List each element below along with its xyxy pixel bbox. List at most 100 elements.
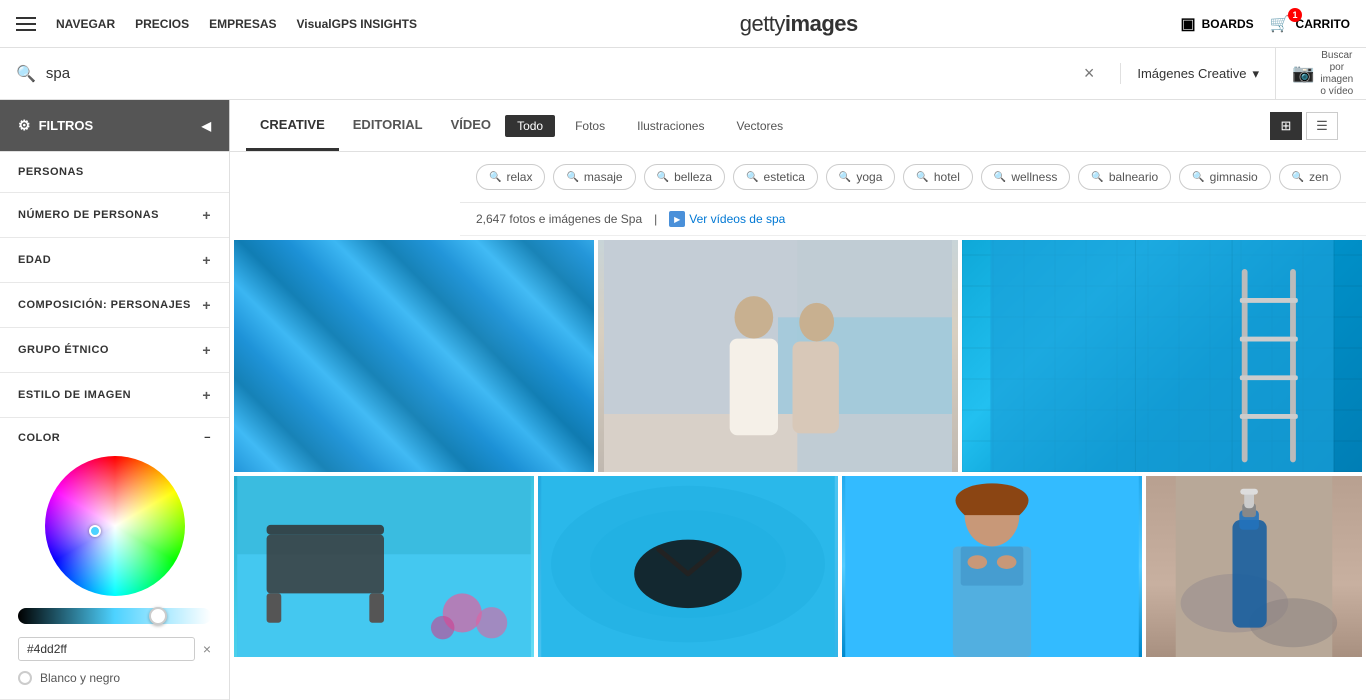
color-slider-wrap [18, 608, 211, 627]
tag-masaje[interactable]: 🔍 masaje [553, 164, 635, 190]
cart-button[interactable]: 1 🛒 CARRITO [1270, 14, 1350, 34]
expand-icon-estilo-imagen: + [202, 387, 211, 403]
tag-search-icon-8: 🔍 [1091, 172, 1103, 183]
list-view-button[interactable]: ☰ [1306, 112, 1338, 140]
view-type-toggle: ⊞ ☰ [1270, 112, 1350, 140]
nav-link-precios[interactable]: PRECIOS [135, 17, 189, 31]
tag-label-relax: relax [506, 170, 532, 184]
tab-video[interactable]: VÍDEO [437, 100, 505, 151]
visual-search-button[interactable]: 📷 Buscar por imagen o vídeo [1276, 48, 1366, 99]
sidebar-section-edad: EDAD + [0, 238, 229, 283]
image-hover-overlay-2 [598, 240, 958, 472]
search-clear-button[interactable]: × [1074, 63, 1105, 84]
sidebar-section-header-estilo-imagen[interactable]: ESTILO DE IMAGEN + [18, 387, 211, 403]
sidebar-section-label-grupo-etnico: GRUPO ÉTNICO [18, 344, 109, 356]
filter-tabs-row: ⚙ FILTROS ◀ CREATIVE EDITORIAL VÍDEO Tod… [0, 100, 1366, 152]
color-clear-button[interactable]: × [203, 641, 211, 657]
site-logo[interactable]: gettyimages [740, 11, 858, 37]
boards-button[interactable]: ▣ BOARDS [1180, 14, 1253, 34]
results-count: 2,647 fotos e imágenes de Spa [476, 212, 642, 226]
filter-arrow-icon: ◀ [202, 119, 211, 133]
tag-label-balneario: balneario [1109, 170, 1158, 184]
sidebar-section-header-grupo-etnico[interactable]: GRUPO ÉTNICO + [18, 342, 211, 358]
grid-view-button[interactable]: ⊞ [1270, 112, 1302, 140]
type-btn-todo[interactable]: Todo [505, 115, 555, 137]
boards-icon: ▣ [1180, 14, 1195, 34]
sidebar-section-composicion: COMPOSICIÓN: PERSONAJES + [0, 283, 229, 328]
image-grid-row-2 [230, 476, 1366, 661]
search-icon: 🔍 [16, 64, 36, 84]
sidebar-section-header-composicion[interactable]: COMPOSICIÓN: PERSONAJES + [18, 297, 211, 313]
nav-link-navegar[interactable]: NAVEGAR [56, 17, 115, 31]
color-input-row: × [18, 637, 211, 661]
tag-balneario[interactable]: 🔍 balneario [1078, 164, 1171, 190]
nav-link-visualgps[interactable]: VisualGPS INSIGHTS [297, 17, 417, 31]
sidebar-section-color: COLOR − × Blanco y negro [0, 418, 229, 700]
image-grid-row-1 [230, 236, 1366, 476]
image-item-3[interactable] [962, 240, 1362, 472]
sidebar-section-header-color[interactable]: COLOR − [18, 432, 211, 444]
tag-label-belleza: belleza [674, 170, 712, 184]
black-white-row: Blanco y negro [18, 671, 211, 685]
tag-search-icon-4: 🔍 [746, 172, 758, 183]
image-hover-overlay-6 [842, 476, 1142, 657]
color-hex-input[interactable] [18, 637, 195, 661]
sidebar-section-header-numero-personas[interactable]: NÚMERO DE PERSONAS + [18, 207, 211, 223]
bw-radio-button[interactable] [18, 671, 32, 685]
sidebar-section-label-edad: EDAD [18, 254, 51, 266]
image-item-4[interactable] [234, 476, 534, 657]
type-btn-fotos[interactable]: Fotos [563, 115, 617, 137]
nav-left: NAVEGAR PRECIOS EMPRESAS VisualGPS INSIG… [16, 17, 417, 31]
type-btn-vectores[interactable]: Vectores [724, 115, 795, 137]
tag-relax[interactable]: 🔍 relax [476, 164, 545, 190]
tab-editorial[interactable]: EDITORIAL [339, 100, 437, 151]
image-hover-overlay-3 [962, 240, 1362, 472]
hamburger-menu[interactable] [16, 17, 36, 31]
color-wheel[interactable] [45, 456, 185, 596]
tag-zen[interactable]: 🔍 zen [1279, 164, 1342, 190]
search-input[interactable] [46, 65, 1074, 82]
tag-search-icon-2: 🔍 [566, 172, 578, 183]
image-item-7[interactable] [1146, 476, 1362, 657]
nav-right: ▣ BOARDS 1 🛒 CARRITO [1180, 14, 1350, 34]
sidebar-section-label-personas: PERSONAS [18, 166, 84, 178]
tag-estetica[interactable]: 🔍 estetica [733, 164, 818, 190]
content-tabs: CREATIVE EDITORIAL VÍDEO Todo Fotos Ilus… [230, 100, 1366, 151]
image-hover-overlay-4 [234, 476, 534, 657]
filter-panel-toggle[interactable]: ⚙ FILTROS ◀ [0, 100, 230, 151]
image-grid-area: 🔍 relax 🔍 masaje 🔍 belleza 🔍 estetica 🔍 … [230, 152, 1366, 700]
sidebar-section-label-color: COLOR [18, 432, 60, 444]
tag-belleza[interactable]: 🔍 belleza [644, 164, 725, 190]
cart-icon: 🛒 [1270, 14, 1290, 34]
image-item-6[interactable] [842, 476, 1142, 657]
tag-wellness[interactable]: 🔍 wellness [981, 164, 1070, 190]
tag-gimnasio[interactable]: 🔍 gimnasio [1179, 164, 1270, 190]
video-link[interactable]: ▶ Ver vídeos de spa [669, 211, 785, 227]
tab-creative[interactable]: CREATIVE [246, 100, 339, 151]
nav-link-empresas[interactable]: EMPRESAS [209, 17, 276, 31]
type-btn-ilustraciones[interactable]: Ilustraciones [625, 115, 716, 137]
camera-icon: 📷 [1292, 63, 1314, 84]
sidebar-section-estilo-imagen: ESTILO DE IMAGEN + [0, 373, 229, 418]
sidebar-section-header-edad[interactable]: EDAD + [18, 252, 211, 268]
tag-label-masaje: masaje [584, 170, 623, 184]
search-type-selector[interactable]: Imágenes Creative ▾ [1121, 48, 1276, 99]
color-wheel-wrap[interactable] [18, 456, 211, 596]
color-brightness-slider[interactable] [18, 608, 211, 624]
image-hover-overlay-5 [538, 476, 838, 657]
tag-search-icon-7: 🔍 [994, 172, 1006, 183]
top-navigation: NAVEGAR PRECIOS EMPRESAS VisualGPS INSIG… [0, 0, 1366, 48]
image-item-5[interactable] [538, 476, 838, 657]
tag-hotel[interactable]: 🔍 hotel [903, 164, 972, 190]
expand-icon-grupo-etnico: + [202, 342, 211, 358]
sidebar-section-header-personas[interactable]: PERSONAS [18, 166, 211, 178]
image-hover-overlay-7 [1146, 476, 1362, 657]
sidebar-section-label-composicion: COMPOSICIÓN: PERSONAJES [18, 299, 191, 311]
tag-search-icon-5: 🔍 [839, 172, 851, 183]
tag-yoga[interactable]: 🔍 yoga [826, 164, 895, 190]
chevron-down-icon: ▾ [1252, 66, 1259, 82]
expand-icon-numero-personas: + [202, 207, 211, 223]
image-item-1[interactable] [234, 240, 594, 472]
video-link-label: Ver vídeos de spa [689, 212, 785, 226]
image-item-2[interactable] [598, 240, 958, 472]
